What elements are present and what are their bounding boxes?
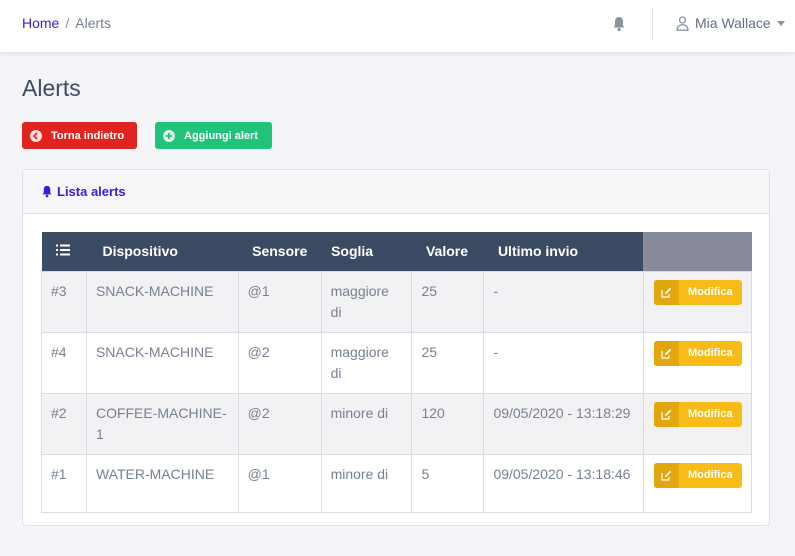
column-header-threshold[interactable]: Soglia bbox=[321, 232, 412, 271]
breadcrumb-home-link[interactable]: Home bbox=[22, 15, 59, 31]
edit-icon bbox=[653, 462, 679, 488]
top-navbar: Home / Alerts Mia Wallace bbox=[0, 0, 795, 53]
sensor-link[interactable]: @2 bbox=[237, 331, 322, 394]
edit-button[interactable]: Modifica bbox=[653, 401, 742, 427]
back-button[interactable]: Torna indietro bbox=[22, 122, 137, 149]
edit-icon bbox=[653, 401, 679, 427]
threshold-cell: maggiore di bbox=[320, 270, 413, 333]
edit-button[interactable]: Modifica bbox=[653, 279, 742, 305]
threshold-cell: minore di bbox=[320, 453, 413, 513]
plus-circle-icon bbox=[163, 129, 175, 142]
last-sent-cell: - bbox=[483, 331, 644, 394]
sensor-link[interactable]: @1 bbox=[237, 270, 322, 333]
navbar-divider bbox=[652, 9, 653, 40]
threshold-cell: maggiore di bbox=[320, 331, 413, 394]
table-header-row: Dispositivo Sensore Soglia Valore Ultimo… bbox=[41, 232, 752, 271]
device-link[interactable]: COFFEE-MACHINE-1 bbox=[85, 392, 239, 455]
value-cell: 25 bbox=[411, 331, 485, 394]
table-row: #4 SNACK-MACHINE @2 maggiore di 25 - Mod… bbox=[41, 331, 753, 394]
table-row: #2 COFFEE-MACHINE-1 @2 minore di 120 09/… bbox=[41, 392, 753, 455]
action-cell: Modifica bbox=[642, 331, 753, 394]
breadcrumb-separator: / bbox=[65, 15, 70, 31]
edit-button-label: Modifica bbox=[687, 407, 733, 420]
page-title: Alerts bbox=[22, 75, 81, 101]
edit-button-label: Modifica bbox=[687, 285, 733, 298]
threshold-cell: minore di bbox=[320, 392, 413, 455]
list-icon bbox=[55, 244, 70, 256]
device-link[interactable]: SNACK-MACHINE bbox=[85, 270, 239, 333]
action-cell: Modifica bbox=[642, 392, 753, 455]
last-sent-cell: - bbox=[483, 270, 644, 333]
device-link[interactable]: SNACK-MACHINE bbox=[85, 331, 239, 394]
arrow-left-circle-icon bbox=[30, 129, 42, 142]
user-icon[interactable] bbox=[676, 16, 689, 31]
column-header-actions bbox=[643, 232, 752, 271]
value-cell: 120 bbox=[411, 392, 485, 455]
breadcrumb-current: Alerts bbox=[75, 15, 112, 31]
table-row: #3 SNACK-MACHINE @1 maggiore di 25 - Mod… bbox=[41, 270, 753, 333]
add-alert-button-label: Aggiungi alert bbox=[184, 129, 258, 142]
last-sent-cell: 09/05/2020 - 13:18:46 bbox=[483, 453, 644, 513]
edit-button[interactable]: Modifica bbox=[653, 462, 742, 488]
sensor-link[interactable]: @1 bbox=[237, 453, 322, 513]
bell-icon bbox=[42, 185, 52, 198]
back-button-label: Torna indietro bbox=[51, 129, 125, 142]
action-cell: Modifica bbox=[642, 270, 753, 333]
alerts-table: Dispositivo Sensore Soglia Valore Ultimo… bbox=[41, 232, 753, 513]
edit-button-label: Modifica bbox=[687, 346, 733, 359]
edit-icon bbox=[653, 279, 679, 305]
breadcrumb: Home / Alerts bbox=[22, 15, 111, 31]
alert-id-link[interactable]: #1 bbox=[41, 453, 87, 513]
device-link[interactable]: WATER-MACHINE bbox=[85, 453, 239, 513]
column-header-device[interactable]: Dispositivo bbox=[86, 232, 239, 271]
caret-down-icon[interactable] bbox=[777, 21, 785, 26]
column-header-last-sent[interactable]: Ultimo invio bbox=[483, 232, 644, 271]
bell-icon[interactable] bbox=[612, 16, 626, 32]
edit-button-label: Modifica bbox=[687, 468, 733, 481]
card-header: Lista alerts bbox=[23, 170, 769, 214]
sensor-link[interactable]: @2 bbox=[237, 392, 322, 455]
add-alert-button[interactable]: Aggiungi alert bbox=[155, 122, 272, 149]
value-cell: 25 bbox=[411, 270, 485, 333]
edit-icon bbox=[653, 340, 679, 366]
last-sent-cell: 09/05/2020 - 13:18:29 bbox=[483, 392, 644, 455]
table-row: #1 WATER-MACHINE @1 minore di 5 09/05/20… bbox=[41, 453, 753, 513]
column-header-sensor[interactable]: Sensore bbox=[238, 232, 322, 271]
alerts-card: Lista alerts Dispositivo Sensore Soglia … bbox=[22, 169, 770, 526]
user-menu-name[interactable]: Mia Wallace bbox=[695, 15, 771, 31]
column-header-value[interactable]: Valore bbox=[411, 232, 484, 271]
edit-button[interactable]: Modifica bbox=[653, 340, 742, 366]
alert-id-link[interactable]: #4 bbox=[41, 331, 87, 394]
alert-id-link[interactable]: #3 bbox=[41, 270, 87, 333]
value-cell: 5 bbox=[411, 453, 485, 513]
action-cell: Modifica bbox=[642, 453, 753, 513]
alert-id-link[interactable]: #2 bbox=[41, 392, 87, 455]
card-title: Lista alerts bbox=[57, 184, 126, 199]
list-icon-header bbox=[41, 232, 87, 271]
